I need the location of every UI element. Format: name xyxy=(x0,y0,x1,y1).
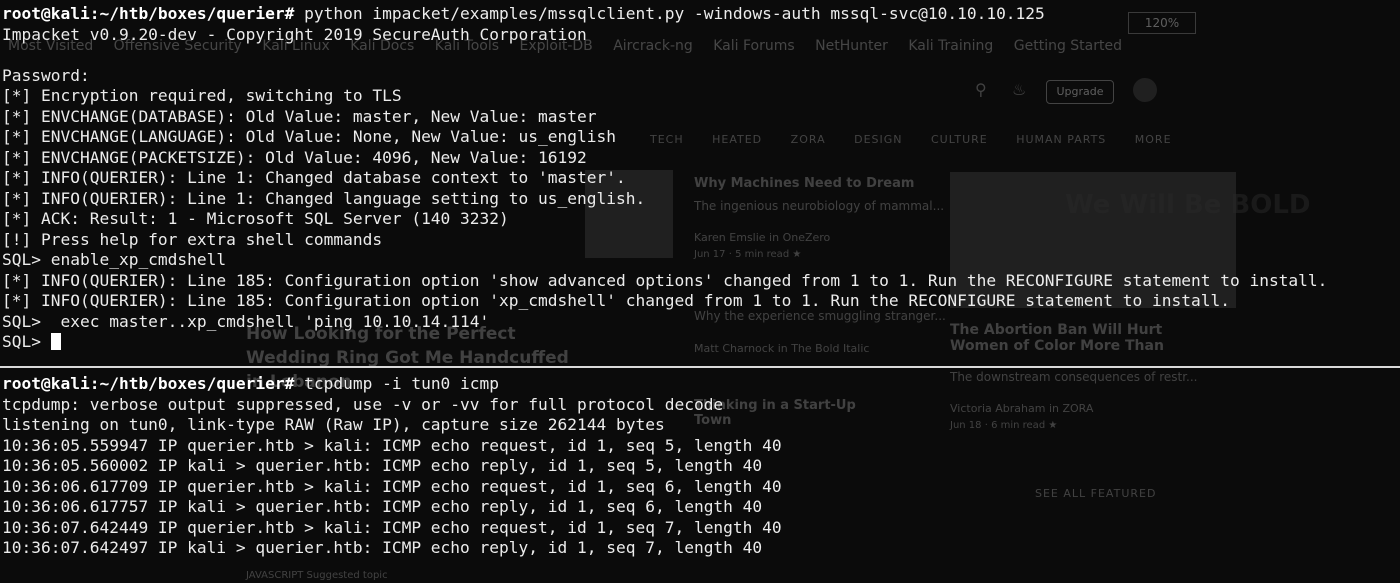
shell-prompt: root@kali:~/htb/boxes/querier# xyxy=(2,374,295,393)
sql-input-line[interactable]: SQL> xyxy=(0,332,1400,353)
output-line: listening on tun0, link-type RAW (Raw IP… xyxy=(2,415,665,434)
text-cursor xyxy=(50,333,61,350)
output-line: [*] ENVCHANGE(LANGUAGE): Old Value: None… xyxy=(2,127,616,146)
output-line: [*] INFO(QUERIER): Line 1: Changed langu… xyxy=(2,188,646,208)
output-line: [*] Encryption required, switching to TL… xyxy=(2,86,402,105)
output-line: [*] INFO(QUERIER): Line 185: Configurati… xyxy=(2,270,1328,290)
terminal-pane-mssqlclient[interactable]: root@kali:~/htb/boxes/querier# python im… xyxy=(0,4,1400,364)
command-line: root@kali:~/htb/boxes/querier# python im… xyxy=(0,4,1400,25)
packet-line: 10:36:06.617757 IP kali > querier.htb: I… xyxy=(2,497,763,516)
packet-line: 10:36:07.642449 IP querier.htb > kali: I… xyxy=(2,517,782,537)
pane-divider[interactable] xyxy=(0,366,1400,368)
output-line: [*] ACK: Result: 1 - Microsoft SQL Serve… xyxy=(2,209,509,228)
packet-line: 10:36:07.642497 IP kali > querier.htb: I… xyxy=(2,538,763,557)
command-text: tcpdump -i tun0 icmp xyxy=(294,374,500,393)
output-line: Impacket v0.9.20-dev - Copyright 2019 Se… xyxy=(2,24,587,44)
command-text: python impacket/examples/mssqlclient.py … xyxy=(294,4,1045,23)
output-line: tcpdump: verbose output suppressed, use … xyxy=(2,394,724,414)
packet-line: 10:36:06.617709 IP querier.htb > kali: I… xyxy=(2,476,782,496)
packet-line: 10:36:05.559947 IP querier.htb > kali: I… xyxy=(2,435,782,455)
output-line: [*] INFO(QUERIER): Line 1: Changed datab… xyxy=(2,168,626,187)
output-line: Password: xyxy=(2,65,90,85)
output-line: SQL> enable_xp_cmdshell xyxy=(2,250,227,269)
terminal-pane-tcpdump[interactable]: root@kali:~/htb/boxes/querier# tcpdump -… xyxy=(0,374,1400,583)
packet-line: 10:36:05.560002 IP kali > querier.htb: I… xyxy=(2,456,763,475)
shell-prompt: root@kali:~/htb/boxes/querier# xyxy=(2,4,295,23)
output-line: [*] ENVCHANGE(PACKETSIZE): Old Value: 40… xyxy=(2,147,587,167)
output-line: SQL> exec master..xp_cmdshell 'ping 10.1… xyxy=(2,311,490,331)
command-line: root@kali:~/htb/boxes/querier# tcpdump -… xyxy=(0,374,1400,395)
sql-prompt: SQL> xyxy=(2,332,51,351)
output-line: [*] ENVCHANGE(DATABASE): Old Value: mast… xyxy=(2,106,597,126)
output-line: [*] INFO(QUERIER): Line 185: Configurati… xyxy=(2,291,1230,310)
output-line: [!] Press help for extra shell commands xyxy=(2,229,383,249)
